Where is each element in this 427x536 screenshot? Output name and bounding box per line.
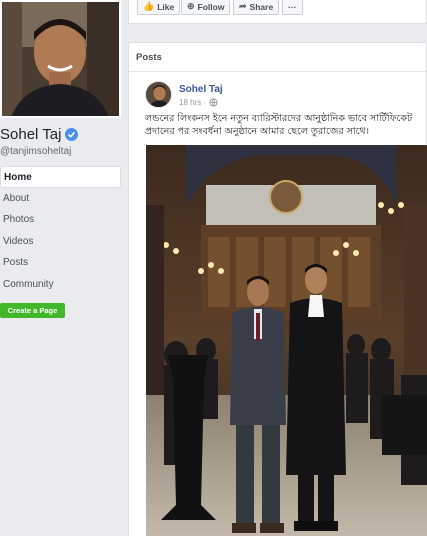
profile-photo-image [2,2,119,116]
share-button[interactable]: ➦ Share [233,0,280,15]
page-action-bar: 👍 Like ⊕ Follow ➦ Share ··· [128,0,427,24]
post-timestamp[interactable]: 18 hrs · [179,98,218,107]
posts-section-title: Posts [136,52,162,63]
share-arrow-icon: ➦ [239,1,247,11]
left-column: Sohel Taj @tanjimsoheltaj Home About Pho… [0,0,128,536]
follow-button[interactable]: ⊕ Follow [181,0,231,15]
author-avatar[interactable] [145,81,172,108]
profile-photo[interactable] [0,0,121,118]
post-photo[interactable] [146,145,427,536]
post-time-label: 18 hrs · [179,98,207,107]
follow-label: Follow [197,1,225,12]
divider [129,71,426,72]
nav-item-photos[interactable]: Photos [0,209,121,231]
nav-item-about[interactable]: About [0,188,121,210]
nav-item-posts[interactable]: Posts [0,252,121,274]
avatar-image [146,82,171,107]
page-nav: Home About Photos Videos Posts Community [0,166,121,295]
globe-icon [209,98,218,107]
profile-name[interactable]: Sohel Taj [0,126,61,143]
post-text: লন্ডনের লিংকনস ইনে নতুন ব্যারিস্টারদের আ… [145,113,413,137]
profile-name-row: Sohel Taj [0,126,79,143]
like-button[interactable]: 👍 Like [137,0,181,15]
more-options-label: ··· [288,1,297,12]
create-page-button[interactable]: Create a Page [0,303,65,318]
profile-handle: @tanjimsoheltaj [0,146,72,157]
post-photo-image [146,145,427,536]
like-label: Like [157,1,175,12]
verified-badge-icon [65,128,79,141]
thumbs-up-icon: 👍 [143,1,155,11]
share-label: Share [249,1,274,12]
more-options-button[interactable]: ··· [282,0,303,15]
posts-card: Posts Sohel Taj 18 hrs · লন্ডনের লিংকনস … [128,42,427,536]
nav-item-home[interactable]: Home [0,166,121,188]
nav-item-videos[interactable]: Videos [0,231,121,253]
rss-follow-icon: ⊕ [187,1,195,11]
post-author-name[interactable]: Sohel Taj [179,84,223,95]
nav-item-community[interactable]: Community [0,274,121,296]
